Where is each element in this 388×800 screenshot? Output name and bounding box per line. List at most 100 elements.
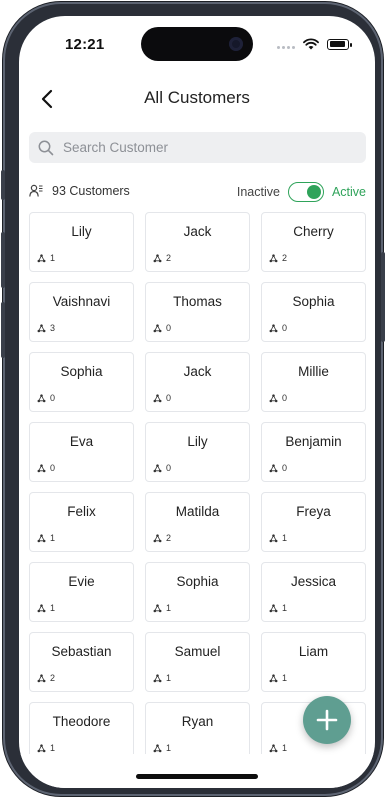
share-nodes-icon xyxy=(153,603,162,613)
customer-name: Samuel xyxy=(174,644,221,659)
home-indicator-area xyxy=(19,754,375,788)
search-input[interactable] xyxy=(61,139,345,156)
battery-icon xyxy=(327,38,352,50)
customer-card[interactable]: Matilda 2 xyxy=(145,492,250,552)
status-toggle-group: Inactive Active xyxy=(237,182,366,202)
customer-card[interactable]: Millie 0 xyxy=(261,352,366,412)
customer-count-value: 1 xyxy=(50,603,56,613)
status-bar: 12:21 xyxy=(19,16,375,72)
volume-down-button xyxy=(1,302,5,358)
customer-card[interactable]: Sophia 1 xyxy=(145,562,250,622)
customer-meta: 1 xyxy=(269,673,287,683)
customer-card[interactable]: Jack 2 xyxy=(145,212,250,272)
share-nodes-icon xyxy=(37,743,46,753)
phone-frame: 12:21 All Customers Search Customer 93 C… xyxy=(1,2,385,796)
customer-meta: 1 xyxy=(269,603,287,613)
customer-meta: 0 xyxy=(37,463,55,473)
share-nodes-icon xyxy=(269,323,278,333)
customer-meta: 1 xyxy=(37,603,55,613)
customer-card[interactable]: Theodore 1 xyxy=(29,702,134,762)
search-bar[interactable] xyxy=(29,132,366,163)
customer-name: Felix xyxy=(67,504,96,519)
customer-card[interactable]: Jack 0 xyxy=(145,352,250,412)
customer-count-value: 0 xyxy=(166,393,172,403)
inactive-label: Inactive xyxy=(236,185,280,199)
customer-card[interactable]: Benjamin 0 xyxy=(261,422,366,482)
customer-card[interactable]: Sebastian 2 xyxy=(29,632,134,692)
search-icon xyxy=(38,140,54,155)
customer-count-value: 1 xyxy=(166,673,172,683)
customer-card[interactable]: Vaishnavi 3 xyxy=(29,282,134,342)
customer-count-value: 2 xyxy=(166,533,172,543)
volume-up-button xyxy=(1,232,5,288)
customer-card[interactable]: Felix 1 xyxy=(29,492,134,552)
customer-meta: 1 xyxy=(153,673,171,683)
share-nodes-icon xyxy=(153,393,162,403)
status-icons xyxy=(277,38,352,50)
customer-meta: 0 xyxy=(269,323,287,333)
customer-meta: 0 xyxy=(153,323,171,333)
share-nodes-icon xyxy=(269,533,278,543)
customer-count-value: 1 xyxy=(282,533,288,543)
customer-card[interactable]: Thomas 0 xyxy=(145,282,250,342)
customer-name: Jack xyxy=(183,224,212,239)
customer-count: 93 Customers xyxy=(29,184,130,198)
customer-meta: 1 xyxy=(37,253,55,263)
customer-name: Jack xyxy=(183,364,212,379)
customer-card[interactable]: Jessica 1 xyxy=(261,562,366,622)
customer-name: Lily xyxy=(187,434,208,449)
share-nodes-icon xyxy=(269,743,278,753)
customer-count-label: 93 Customers xyxy=(52,184,130,198)
add-customer-button[interactable] xyxy=(303,696,351,744)
customer-count-value: 1 xyxy=(282,743,288,753)
customer-name: Jessica xyxy=(290,574,336,589)
customer-card[interactable]: Sophia 0 xyxy=(261,282,366,342)
customer-meta: 0 xyxy=(153,463,171,473)
screen: 12:21 All Customers Search Customer 93 C… xyxy=(19,16,375,788)
share-nodes-icon xyxy=(269,463,278,473)
customer-meta: 2 xyxy=(153,533,171,543)
share-nodes-icon xyxy=(269,393,278,403)
customer-name: Sophia xyxy=(176,574,219,589)
customer-count-value: 0 xyxy=(166,323,172,333)
customer-meta: 1 xyxy=(37,743,55,753)
customer-card[interactable]: Lily 0 xyxy=(145,422,250,482)
share-nodes-icon xyxy=(37,673,46,683)
customer-card[interactable]: Liam 1 xyxy=(261,632,366,692)
home-indicator xyxy=(136,774,258,779)
customer-name: Cherry xyxy=(293,224,334,239)
active-toggle[interactable] xyxy=(287,182,324,202)
customer-name: Matilda xyxy=(175,504,220,519)
share-nodes-icon xyxy=(153,673,162,683)
customer-meta: 3 xyxy=(37,323,55,333)
customer-count-value: 1 xyxy=(166,603,172,613)
summary-row: 93 Customers Inactive Active xyxy=(29,182,366,204)
header: All Customers xyxy=(19,82,375,116)
customer-card[interactable]: Freya 1 xyxy=(261,492,366,552)
share-nodes-icon xyxy=(37,323,46,333)
customer-count-value: 1 xyxy=(282,673,288,683)
customer-count-value: 1 xyxy=(50,743,56,753)
customer-card[interactable]: Ryan 1 xyxy=(145,702,250,762)
customer-card[interactable]: Lily 1 xyxy=(29,212,134,272)
customer-count-value: 0 xyxy=(166,463,172,473)
customer-card[interactable]: Cherry 2 xyxy=(261,212,366,272)
customer-name: Vaishnavi xyxy=(52,294,111,309)
customer-count-value: 2 xyxy=(166,253,172,263)
share-nodes-icon xyxy=(153,743,162,753)
customer-name: Ryan xyxy=(181,714,214,729)
customer-count-value: 1 xyxy=(50,533,56,543)
customer-count-value: 0 xyxy=(282,393,288,403)
customer-card[interactable]: Sophia 0 xyxy=(29,352,134,412)
customer-card[interactable]: Samuel 1 xyxy=(145,632,250,692)
customer-count-value: 0 xyxy=(50,463,56,473)
customer-card[interactable]: Evie 1 xyxy=(29,562,134,622)
customer-count-value: 1 xyxy=(166,743,172,753)
status-time: 12:21 xyxy=(65,36,105,53)
customer-name: Thomas xyxy=(173,294,222,309)
share-nodes-icon xyxy=(269,673,278,683)
power-button xyxy=(381,252,385,342)
customer-grid: Lily 1 Jack 2 Cherry 2 Vaishnavi 3 Thomas 0 Sophia… xyxy=(29,212,366,762)
customer-card[interactable]: Eva 0 xyxy=(29,422,134,482)
action-button xyxy=(1,170,5,200)
